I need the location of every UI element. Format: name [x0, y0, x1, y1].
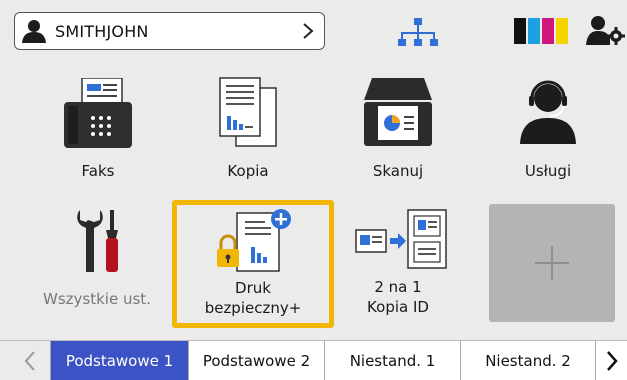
tab-custom-1[interactable]: Niestand. 1 — [324, 341, 460, 380]
copy-tile[interactable]: Kopia — [186, 72, 310, 192]
id-copy-label-line2: Kopia ID — [367, 298, 429, 316]
user-account-button[interactable]: SMITHJOHN — [14, 12, 325, 50]
scan-icon — [364, 78, 432, 146]
secure-print-tile[interactable]: Druk bezpieczny+ — [172, 200, 334, 328]
tab-basic-2[interactable]: Podstawowe 2 — [188, 341, 324, 380]
tab-label: Podstawowe 1 — [65, 352, 174, 370]
chevron-right-icon — [303, 23, 314, 39]
tab-scroll-left[interactable] — [10, 341, 50, 380]
tab-label: Niestand. 1 — [349, 352, 436, 370]
chevron-left-icon — [24, 351, 35, 371]
tab-scroll-right[interactable] — [595, 341, 627, 380]
user-name: SMITHJOHN — [55, 22, 149, 41]
id-copy-label-line1: 2 na 1 — [374, 278, 422, 296]
secure-print-label-line2: bezpieczny+ — [204, 299, 302, 317]
all-settings-tile[interactable]: Wszystkie ust. — [30, 200, 164, 324]
tab-basic-1[interactable]: Podstawowe 1 — [50, 341, 188, 380]
plus-icon — [535, 246, 569, 280]
services-tile[interactable]: Usługi — [486, 72, 610, 192]
chevron-right-icon — [606, 351, 618, 371]
tab-label: Podstawowe 2 — [202, 352, 311, 370]
secure-print-icon — [217, 209, 291, 272]
top-bar: SMITHJOHN — [0, 0, 627, 58]
tools-icon — [77, 210, 118, 272]
copy-icon — [219, 77, 277, 147]
all-settings-label: Wszystkie ust. — [43, 290, 151, 308]
id-copy-tile[interactable]: 2 na 1 Kopia ID — [336, 200, 460, 324]
fax-label: Faks — [81, 162, 115, 180]
network-icon[interactable] — [396, 16, 440, 48]
admin-settings-icon[interactable] — [586, 14, 626, 46]
tab-bar: Podstawowe 1 Podstawowe 2 Niestand. 1 Ni… — [0, 340, 627, 380]
scan-tile[interactable]: Skanuj — [336, 72, 460, 192]
scan-label: Skanuj — [372, 162, 424, 180]
fax-tile[interactable]: Faks — [36, 72, 160, 192]
services-label: Usługi — [524, 162, 572, 180]
tab-label: Niestand. 2 — [485, 352, 571, 370]
add-shortcut-tile[interactable] — [489, 204, 615, 322]
id-copy-icon — [355, 209, 447, 269]
tab-custom-2[interactable]: Niestand. 2 — [460, 341, 595, 380]
copy-label: Kopia — [227, 162, 269, 180]
user-icon — [22, 20, 46, 43]
ink-levels-icon[interactable] — [514, 18, 568, 44]
support-headset-icon — [520, 80, 576, 144]
secure-print-label-line1: Druk — [235, 279, 271, 297]
fax-icon — [64, 78, 132, 148]
